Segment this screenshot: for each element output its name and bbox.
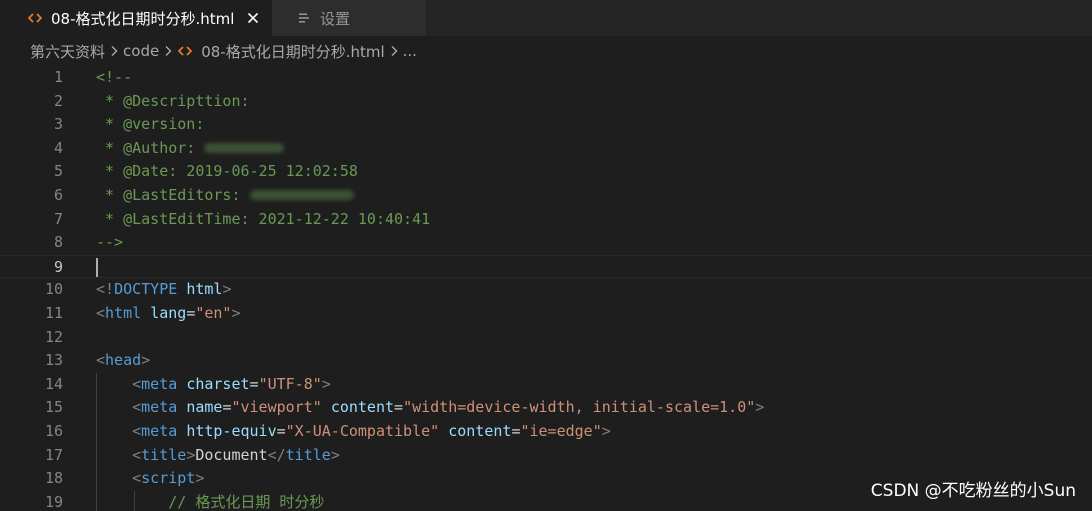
indent-guide xyxy=(96,467,97,491)
redacted-text xyxy=(249,190,354,201)
line-number: 16 xyxy=(44,421,63,440)
code-text: --> xyxy=(96,233,124,252)
breadcrumb-file-label: 08-格式化日期时分秒.html xyxy=(201,42,385,61)
tab-label: 08-格式化日期时分秒.html xyxy=(51,9,235,28)
code-editor[interactable]: 1 <!-- 2 * @Descripttion: 3 * @version: 4 * … xyxy=(0,66,1092,511)
indent-guide xyxy=(96,490,97,511)
line-number: 7 xyxy=(53,209,63,228)
code-text: * @LastEditors: xyxy=(96,184,354,208)
watermark: CSDN @不吃粉丝的小Sun xyxy=(870,481,1076,501)
code-line[interactable]: 12 xyxy=(0,326,1092,350)
code-line[interactable]: 3 * @version: xyxy=(0,113,1092,137)
code-text: <!DOCTYPE html> xyxy=(96,280,232,299)
code-line[interactable]: 11 <html lang="en"> xyxy=(0,302,1092,326)
indent-guide xyxy=(96,419,97,444)
code-line[interactable]: 16 <meta http-equiv="X-UA-Compatible" co… xyxy=(0,419,1092,444)
settings-list-icon xyxy=(296,10,312,26)
line-number: 18 xyxy=(44,469,63,488)
tab-bar: 08-格式化日期时分秒.html 设置 xyxy=(0,0,1092,36)
code-text: <html lang="en"> xyxy=(96,303,241,322)
line-number: 1 xyxy=(53,68,63,86)
line-number: 14 xyxy=(44,374,63,393)
line-number: 17 xyxy=(44,445,63,464)
code-line[interactable]: 6 * @LastEditors: xyxy=(0,184,1092,208)
code-line[interactable]: 14 <meta charset="UTF-8"> xyxy=(0,372,1092,397)
indent-guide xyxy=(96,372,97,397)
breadcrumb-symbol[interactable]: ... xyxy=(403,42,417,60)
code-text: * @version: xyxy=(96,115,205,134)
code-text: <title>Document</title> xyxy=(132,445,340,464)
breadcrumb-code[interactable]: code xyxy=(123,42,159,60)
line-number: 12 xyxy=(44,327,63,346)
code-line[interactable]: 1 <!-- xyxy=(0,66,1092,90)
code-text: <head> xyxy=(96,351,151,370)
close-icon[interactable] xyxy=(244,9,262,27)
indent-guide xyxy=(96,396,97,420)
breadcrumb-folder[interactable]: 第六天资料 xyxy=(30,41,105,62)
code-text: <meta charset="UTF-8"> xyxy=(132,374,331,393)
breadcrumb-file[interactable]: 08-格式化日期时分秒.html xyxy=(177,41,385,62)
code-line[interactable]: 15 <meta name="viewport" content="width=… xyxy=(0,396,1092,420)
code-line[interactable]: 4 * @Author: xyxy=(0,137,1092,161)
line-number: 6 xyxy=(53,185,63,204)
line-number: 9 xyxy=(53,257,63,276)
code-text: <meta name="viewport" content="width=dev… xyxy=(132,398,765,417)
code-line[interactable]: 7 * @LastEditTime: 2021-12-22 10:40:41 xyxy=(0,208,1092,232)
code-line[interactable]: 13 <head> xyxy=(0,349,1092,373)
line-number: 10 xyxy=(44,280,63,299)
code-text: * @Date: 2019-06-25 12:02:58 xyxy=(96,162,358,181)
chevron-right-icon xyxy=(110,44,118,58)
html-code-icon xyxy=(177,43,193,59)
chevron-right-icon xyxy=(390,44,398,58)
line-number: 2 xyxy=(53,91,63,110)
tab-html-file[interactable]: 08-格式化日期时分秒.html xyxy=(0,0,272,36)
line-number: 3 xyxy=(53,115,63,134)
code-line[interactable]: 2 * @Descripttion: xyxy=(0,90,1092,114)
code-text xyxy=(96,256,98,280)
code-line[interactable]: 5 * @Date: 2019-06-25 12:02:58 xyxy=(0,160,1092,184)
line-number: 13 xyxy=(44,351,63,370)
code-line[interactable]: 9 xyxy=(0,254,1092,280)
line-number: 4 xyxy=(53,138,63,157)
line-number: 19 xyxy=(44,492,63,511)
indent-guide xyxy=(134,490,135,511)
indent-guide xyxy=(96,443,97,468)
text-cursor xyxy=(96,257,98,277)
code-line[interactable]: 8 --> xyxy=(0,231,1092,255)
tab-label: 设置 xyxy=(320,9,351,28)
code-text: * @Descripttion: xyxy=(96,91,250,110)
code-text: <!-- xyxy=(96,68,133,86)
tab-settings[interactable]: 设置 xyxy=(272,0,426,36)
code-text: * @Author: xyxy=(96,137,285,161)
code-text: <script> xyxy=(132,469,205,488)
redacted-text xyxy=(204,143,285,154)
code-line[interactable]: 17 <title>Document</title> xyxy=(0,443,1092,468)
line-number: 11 xyxy=(44,303,63,322)
code-text: // 格式化日期 时分秒 xyxy=(168,492,325,511)
line-number: 5 xyxy=(53,162,63,181)
code-line[interactable]: 10 <!DOCTYPE html> xyxy=(0,278,1092,302)
code-text: <meta http-equiv="X-UA-Compatible" conte… xyxy=(132,421,611,440)
code-text: * @LastEditTime: 2021-12-22 10:40:41 xyxy=(96,209,431,228)
vscode-window: 08-格式化日期时分秒.html 设置 第六天资料 code 08-格式化日期时… xyxy=(0,0,1092,511)
line-number: 15 xyxy=(44,398,63,417)
html-code-icon xyxy=(27,10,43,26)
chevron-right-icon xyxy=(164,44,172,58)
line-number: 8 xyxy=(53,233,63,252)
breadcrumb: 第六天资料 code 08-格式化日期时分秒.html ... xyxy=(0,36,1092,66)
